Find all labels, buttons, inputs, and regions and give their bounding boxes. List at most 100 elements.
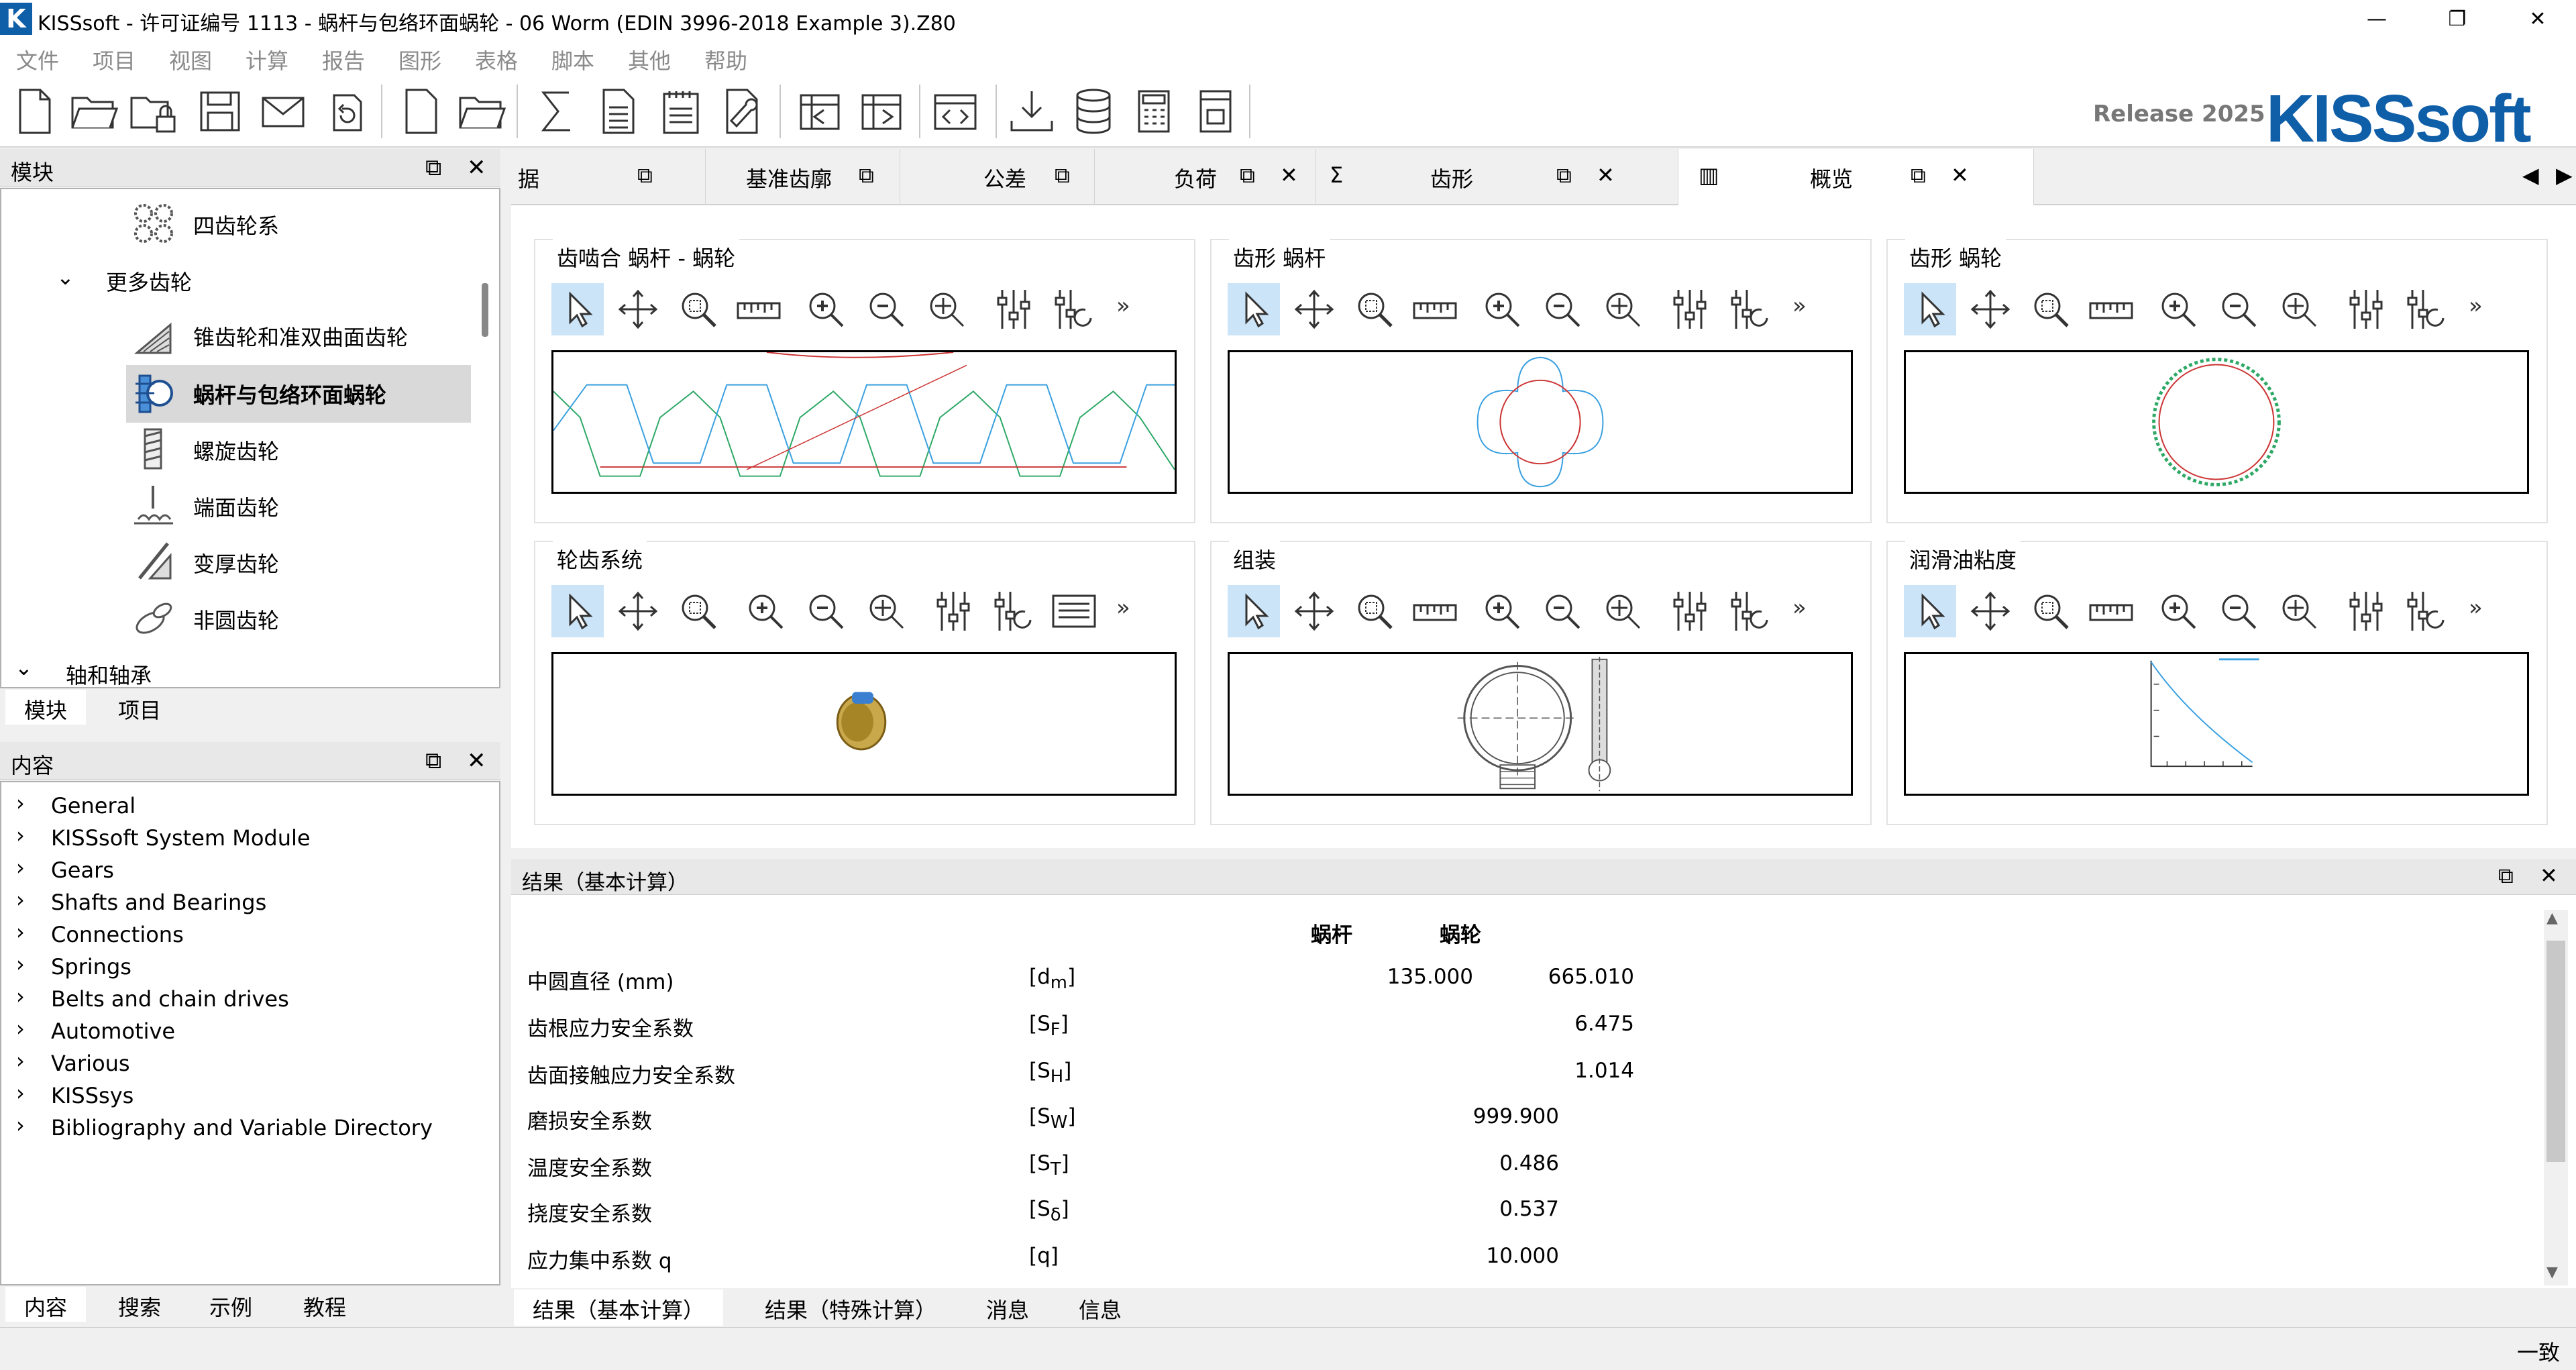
content-item[interactable]: Springs [51,954,131,980]
zoom-in-icon[interactable] [739,585,792,637]
chevron-right-icon[interactable]: › [16,1048,25,1073]
scroll-down-icon[interactable]: ▼ [2546,1264,2558,1281]
scroll-thumb[interactable] [2546,941,2565,1162]
open-doc-icon[interactable] [456,86,507,137]
close-tab-icon[interactable]: ✕ [1951,162,1969,188]
content-item[interactable]: Shafts and Bearings [51,890,266,915]
tree-item-shafts-bearings[interactable]: 轴和轴承 [66,659,152,687]
close-panel-icon[interactable]: ✕ [467,154,486,181]
tree-item-helical-gear[interactable]: 螺旋齿轮 [193,435,279,466]
float-tab-icon[interactable]: ⧉ [1240,162,1255,189]
settings-refresh-icon[interactable] [2400,585,2453,637]
content-item[interactable]: Automotive [51,1018,175,1044]
calculate-sum-icon[interactable] [531,86,582,137]
zoom-fit-icon[interactable] [920,283,973,335]
float-tab-icon[interactable]: ⧉ [1556,162,1572,189]
float-panel-icon[interactable]: ⧉ [2498,863,2514,889]
tab-project[interactable]: 项目 [99,690,180,725]
select-icon[interactable] [1904,283,1956,335]
tab-scroll-left-icon[interactable]: ◀ [2522,162,2539,188]
pan-icon[interactable] [1964,283,2017,335]
more-tools-icon[interactable]: » [1792,594,1807,621]
content-item[interactable]: KISSsys [51,1083,133,1108]
chevron-right-icon[interactable]: › [16,887,25,912]
float-tab-icon[interactable]: ⧉ [637,162,653,189]
zoom-out-icon[interactable] [1536,585,1589,637]
worm-profile-graphic[interactable] [1228,350,1853,494]
close-panel-icon[interactable]: ✕ [2540,863,2558,888]
select-icon[interactable] [1228,283,1280,335]
chevron-right-icon[interactable]: › [16,919,25,945]
tab-tolerances[interactable]: 公差 ⧉ [900,149,1095,205]
tab-results-basic[interactable]: 结果（基本计算） [514,1289,724,1326]
settings-refresh-icon[interactable] [1048,283,1100,335]
menu-tables[interactable]: 表格 [475,44,518,75]
tab-content[interactable]: 内容 [5,1287,87,1322]
window-layout-icon[interactable] [1190,86,1241,137]
content-item[interactable]: Connections [51,922,184,947]
menu-report[interactable]: 报告 [322,44,365,75]
notes-icon[interactable] [655,86,706,137]
more-tools-icon[interactable]: » [2469,293,2483,319]
menu-calc[interactable]: 计算 [246,44,288,75]
new-file-icon[interactable] [9,86,60,137]
zoom-window-icon[interactable] [672,283,724,335]
menu-script[interactable]: 脚本 [551,44,594,75]
viscosity-chart-thumbnail[interactable] [1904,652,2529,796]
tooth-mesh-graphic[interactable] [551,350,1177,494]
settings-refresh-icon[interactable] [1724,585,1776,637]
tree-item-worm-gear[interactable]: 蜗杆与包络环面蜗轮 [193,378,386,409]
tree-item-noncircular-gear[interactable]: 非圆齿轮 [193,604,279,635]
close-window-button[interactable]: ✕ [2501,0,2575,39]
tree-item-four-gear[interactable]: 四齿轮系 [193,209,279,240]
zoom-out-icon[interactable] [2212,585,2265,637]
content-item[interactable]: General [51,793,136,819]
settings-refresh-icon[interactable] [987,585,1040,637]
new-doc-icon[interactable] [396,86,447,137]
scroll-up-icon[interactable]: ▲ [2546,910,2558,927]
tab-data[interactable]: 据 ⧉ [511,149,706,205]
measure-icon[interactable] [2085,585,2137,637]
settings-sliders-icon[interactable] [2340,585,2392,637]
minimize-button[interactable]: — [2340,0,2414,39]
chevron-right-icon[interactable]: › [16,823,25,848]
chevron-right-icon[interactable]: › [16,1080,25,1106]
import-icon[interactable] [794,86,845,137]
tab-overview[interactable]: ▥ 概览 ⧉ ✕ [1678,149,2034,205]
float-tab-icon[interactable]: ⧉ [859,162,874,189]
tree-item-beveloid-gear[interactable]: 变厚齿轮 [193,547,279,578]
chevron-right-icon[interactable]: › [16,1016,25,1041]
save-icon[interactable] [195,86,246,137]
close-tab-icon[interactable]: ✕ [1280,162,1298,188]
chevron-down-icon[interactable]: ⌄ [15,655,33,680]
open-folder-icon[interactable] [68,86,119,137]
content-item[interactable]: KISSsoft System Module [51,825,311,851]
tab-search[interactable]: 搜索 [99,1287,180,1322]
chevron-right-icon[interactable]: › [16,790,25,816]
float-tab-icon[interactable]: ⧉ [1055,162,1070,189]
tree-scrollbar[interactable] [482,283,488,337]
chevron-right-icon[interactable]: › [16,984,25,1009]
code-icon[interactable] [930,86,981,137]
menu-project[interactable]: 项目 [93,44,136,75]
zoom-fit-icon[interactable] [2273,585,2325,637]
zoom-out-icon[interactable] [860,283,912,335]
zoom-window-icon[interactable] [2025,283,2077,335]
tab-load[interactable]: 负荷 ⧉ ✕ [1095,149,1316,205]
content-item[interactable]: Various [51,1051,130,1076]
zoom-window-icon[interactable] [1348,585,1401,637]
tree-item-more-gears[interactable]: 更多齿轮 [106,266,192,297]
maximize-button[interactable]: ❐ [2420,0,2494,39]
float-tab-icon[interactable]: ⧉ [1911,162,1926,189]
settings-sliders-icon[interactable] [2340,283,2392,335]
measure-icon[interactable] [733,283,785,335]
zoom-fit-icon[interactable] [2273,283,2325,335]
pan-icon[interactable] [612,585,664,637]
zoom-in-icon[interactable] [1476,585,1528,637]
tab-reference-profile[interactable]: 基准齿廓 ⧉ [706,149,900,205]
more-tools-icon[interactable]: » [1792,293,1807,319]
report-icon[interactable] [593,86,644,137]
select-icon[interactable] [551,283,604,335]
results-scrollbar[interactable]: ▲ ▼ [2544,910,2568,1285]
zoom-window-icon[interactable] [672,585,724,637]
